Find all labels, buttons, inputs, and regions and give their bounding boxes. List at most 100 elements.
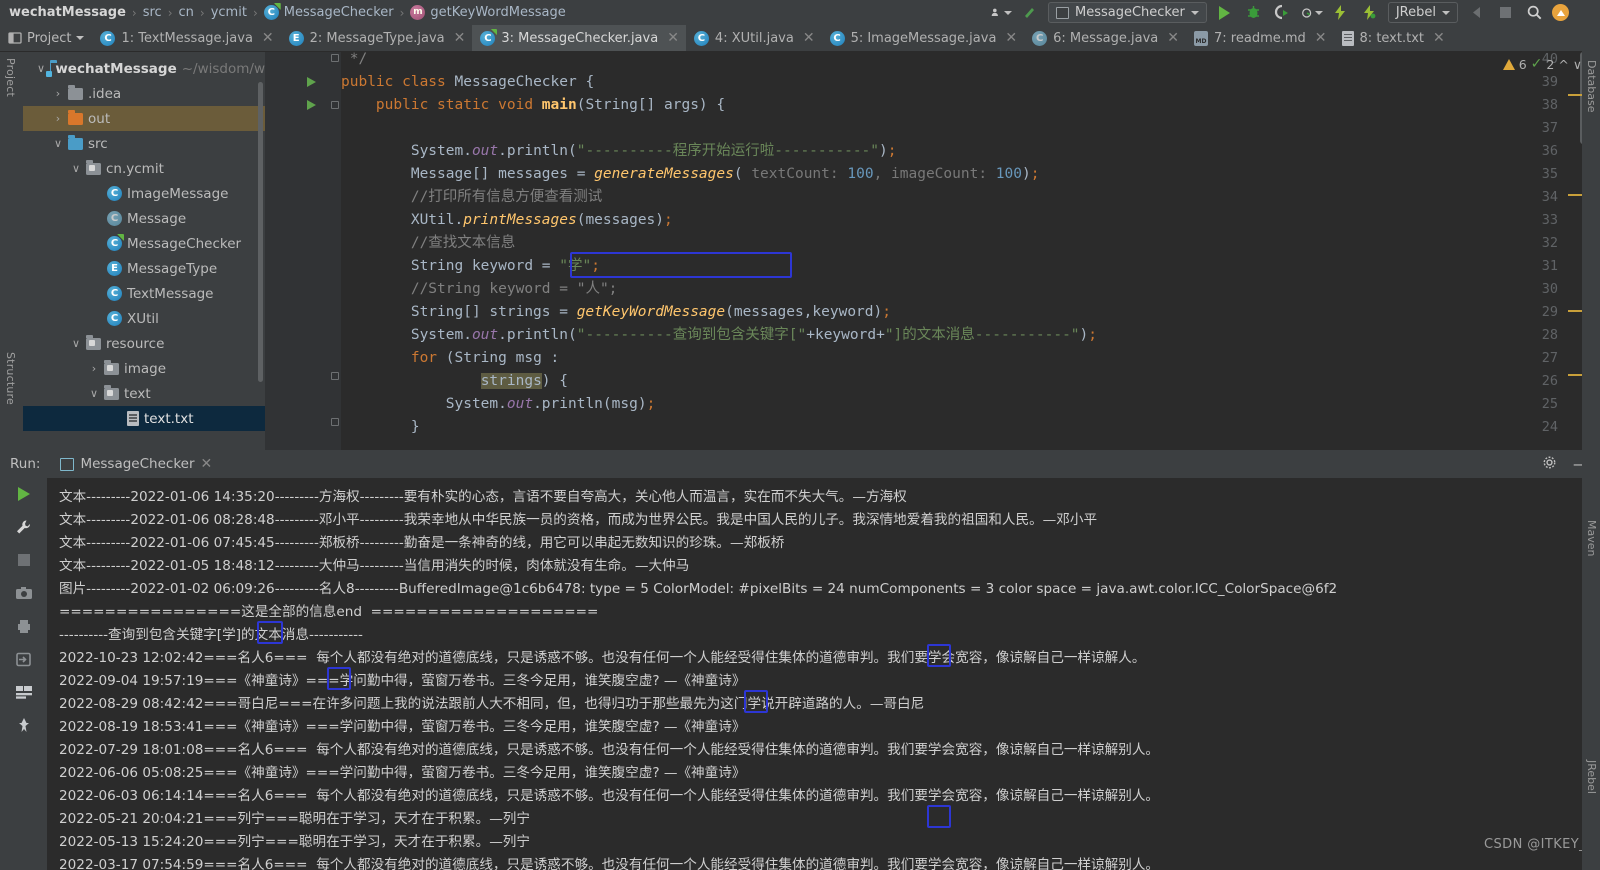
run-with-coverage-button[interactable]	[1272, 2, 1294, 23]
tree-item-texttxt[interactable]: text.txt	[23, 406, 265, 431]
chevron-right-icon[interactable]: ›	[53, 87, 63, 100]
update-icon[interactable]	[1552, 4, 1569, 21]
tab-messagetype[interactable]: E 2: MessageType.java ✕	[281, 25, 473, 51]
console-output[interactable]: 文本---------2022-01-06 14:35:20---------方…	[47, 478, 1600, 870]
tree-item-src[interactable]: ∨ src	[23, 131, 265, 156]
editor-fold-column	[328, 52, 341, 450]
export-icon[interactable]	[14, 649, 34, 669]
jrebel-label: JRebel	[1395, 5, 1436, 20]
breadcrumb-item-project[interactable]: wechatMessage	[4, 5, 131, 20]
chevron-down-icon[interactable]: ∨	[89, 387, 99, 400]
stop-button[interactable]	[1494, 2, 1516, 23]
run-tab-messagechecker[interactable]: MessageChecker ✕	[54, 454, 218, 474]
tree-item-imagemessage[interactable]: C ImageMessage	[23, 181, 265, 206]
project-tool-button[interactable]: Project	[0, 25, 92, 51]
tree-item-label: image	[124, 360, 167, 377]
breadcrumb-item-src[interactable]: src	[138, 5, 167, 20]
breadcrumb-label: src	[142, 5, 162, 20]
console-line: 2022-10-23 12:02:42===名人6=== 每个人都没有绝对的道德…	[59, 650, 1146, 666]
profile-button[interactable]	[1301, 2, 1323, 23]
tree-item-wechatmessage[interactable]: ∨ wechatMessage ~/wisdom/w	[23, 56, 265, 81]
tool-window-maven-label[interactable]: Maven	[1585, 520, 1598, 556]
prev-problem-icon[interactable]: ^	[1558, 57, 1568, 72]
tree-item-text[interactable]: ∨ text	[23, 381, 265, 406]
folder-icon	[68, 84, 83, 100]
tab-messagechecker[interactable]: C 3: MessageChecker.java ✕	[472, 25, 686, 51]
console-line: ----------查询到包含关键字[学]的文本消息-----------	[59, 627, 363, 643]
close-icon[interactable]: ✕	[201, 456, 213, 472]
jrebel-selector[interactable]: JRebel	[1387, 2, 1458, 23]
close-icon[interactable]: ✕	[1167, 31, 1179, 45]
tree-item-xutil[interactable]: C XUtil	[23, 306, 265, 331]
tree-item-out[interactable]: › out	[23, 106, 265, 131]
search-button[interactable]	[1523, 2, 1545, 23]
attach-debugger-icon[interactable]	[1465, 2, 1487, 23]
tree-item-message[interactable]: C Message	[23, 206, 265, 231]
tool-window-database-label[interactable]: Database	[1585, 60, 1598, 113]
tab-texttxt[interactable]: 8: text.txt ✕	[1334, 25, 1452, 51]
print-icon[interactable]	[14, 616, 34, 636]
jrebel-run-icon[interactable]	[1330, 2, 1352, 23]
soft-wrap-icon[interactable]	[14, 682, 34, 702]
inspection-widget[interactable]: 6 ✓ 2 ^ ∨	[1502, 56, 1582, 72]
gear-icon[interactable]	[1542, 455, 1557, 474]
tool-window-structure-label[interactable]: Structure	[4, 352, 17, 405]
tree-item-messagechecker[interactable]: C MessageChecker	[23, 231, 265, 256]
run-button[interactable]	[1214, 2, 1236, 23]
pin-icon[interactable]	[14, 715, 34, 735]
tool-window-project-label[interactable]: Project	[4, 58, 17, 97]
tree-item-image[interactable]: › image	[23, 356, 265, 381]
breadcrumb-item-ycmit[interactable]: ycmit	[206, 5, 252, 20]
tool-window-jrebel-label[interactable]: JRebel	[1585, 760, 1598, 794]
next-problem-icon[interactable]: ∨	[1573, 57, 1582, 72]
code-text[interactable]: */ public class MessageChecker { public …	[341, 52, 1564, 450]
fold-marker-icon[interactable]	[331, 372, 339, 380]
class-icon: C	[100, 30, 116, 46]
chevron-right-icon[interactable]: ›	[89, 362, 99, 375]
tab-textmessage[interactable]: C 1: TextMessage.java ✕	[92, 25, 280, 51]
user-icon[interactable]	[990, 2, 1012, 23]
chevron-down-icon[interactable]: ∨	[53, 137, 63, 150]
code-editor[interactable]: 40 39 38 37 36 35 34 33 32 31 30 29 28 2…	[265, 52, 1600, 450]
run-tab-label: MessageChecker	[80, 456, 195, 472]
close-icon[interactable]: ✕	[1315, 31, 1327, 45]
run-configuration-selector[interactable]: MessageChecker	[1047, 2, 1207, 23]
tree-item-messagetype[interactable]: E MessageType	[23, 256, 265, 281]
camera-icon[interactable]	[14, 583, 34, 603]
tab-imagemessage[interactable]: C 5: ImageMessage.java ✕	[822, 25, 1025, 51]
tab-label: 7: readme.md	[1214, 30, 1306, 46]
run-gutter-icon[interactable]	[307, 100, 316, 110]
chevron-down-icon[interactable]: ∨	[37, 62, 45, 75]
wrench-icon[interactable]	[14, 517, 34, 537]
close-icon[interactable]: ✕	[1005, 31, 1017, 45]
close-icon[interactable]: ✕	[1433, 31, 1445, 45]
chevron-down-icon[interactable]: ∨	[71, 337, 81, 350]
breadcrumb-item-method[interactable]: m getKeyWordMessage	[405, 5, 570, 20]
tree-item-textmessage[interactable]: C TextMessage	[23, 281, 265, 306]
stop-icon[interactable]	[14, 550, 34, 570]
close-icon[interactable]: ✕	[803, 31, 815, 45]
debug-button[interactable]	[1243, 2, 1265, 23]
jrebel-debug-icon[interactable]	[1359, 2, 1381, 23]
tree-item-resource[interactable]: ∨ resource	[23, 331, 265, 356]
tab-readme[interactable]: MD 7: readme.md ✕	[1186, 25, 1334, 51]
tree-item-cnycmit[interactable]: ∨ cn.ycmit	[23, 156, 265, 181]
console-line: 2022-09-04 19:57:19===《神童诗》===学问勤中得，萤窗万卷…	[59, 673, 746, 689]
chevron-down-icon[interactable]: ∨	[71, 162, 81, 175]
breadcrumb-item-cn[interactable]: cn	[174, 5, 199, 20]
fold-marker-icon[interactable]	[331, 418, 339, 426]
breadcrumb-item-class[interactable]: C MessageChecker	[259, 5, 399, 20]
run-gutter-icon[interactable]	[307, 77, 316, 87]
fold-marker-icon[interactable]	[331, 54, 339, 62]
vcs-update-icon[interactable]	[1019, 2, 1041, 23]
close-icon[interactable]: ✕	[262, 31, 274, 45]
close-icon[interactable]: ✕	[667, 31, 679, 45]
tree-scrollbar[interactable]	[258, 82, 263, 382]
close-icon[interactable]: ✕	[454, 31, 466, 45]
rerun-icon[interactable]	[14, 484, 34, 504]
tree-item-idea[interactable]: › .idea	[23, 81, 265, 106]
tab-message[interactable]: C 6: Message.java ✕	[1024, 25, 1186, 51]
fold-marker-icon[interactable]	[331, 101, 339, 109]
tab-xutil[interactable]: C 4: XUtil.java ✕	[686, 25, 822, 51]
chevron-right-icon[interactable]: ›	[53, 112, 63, 125]
